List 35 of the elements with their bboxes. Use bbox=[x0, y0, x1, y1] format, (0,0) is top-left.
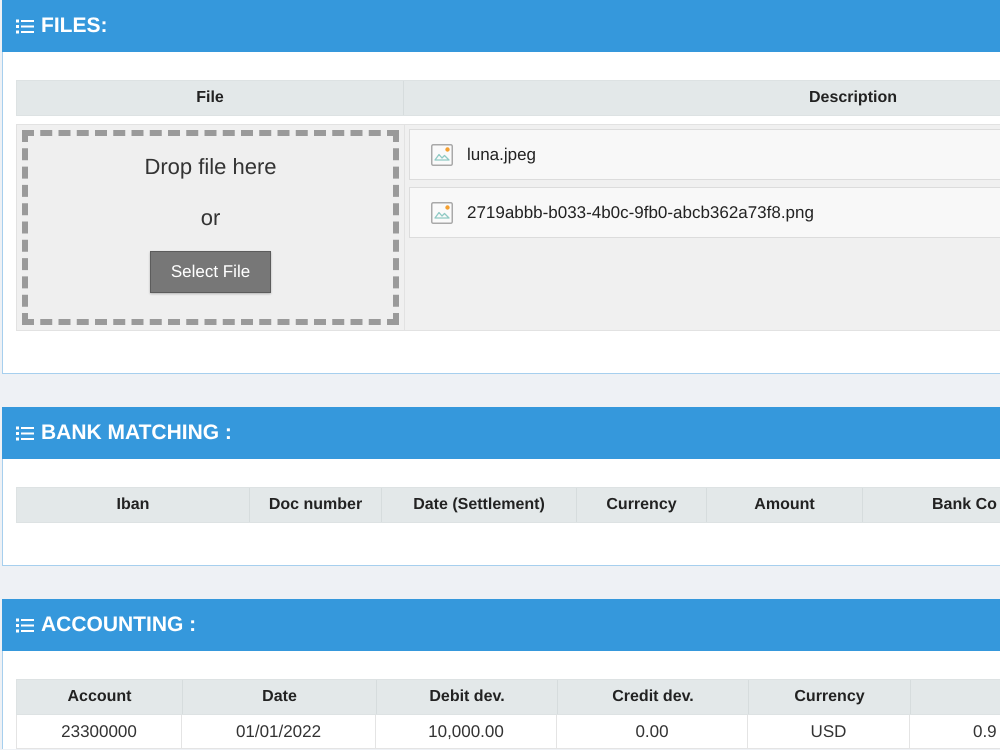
image-icon bbox=[431, 144, 453, 166]
list-icon bbox=[16, 426, 34, 440]
column-header: File bbox=[196, 89, 224, 107]
list-icon bbox=[16, 618, 34, 632]
drop-hint: Drop file here bbox=[144, 153, 277, 181]
table-cell: 0.00 bbox=[557, 715, 748, 749]
file-drop-zone[interactable]: Drop file here or Select File bbox=[22, 130, 399, 325]
column-header: Credit dev. bbox=[612, 688, 694, 706]
column-header: Doc number bbox=[268, 496, 362, 514]
column-header: Debit dev. bbox=[429, 688, 505, 706]
column-header: Currency bbox=[794, 688, 865, 706]
image-icon bbox=[431, 202, 453, 224]
column-header: Amount bbox=[754, 496, 815, 514]
column-header: Description bbox=[809, 89, 898, 107]
table-cell: 0.9 bbox=[910, 715, 1000, 749]
section-title: BANK MATCHING : bbox=[41, 421, 232, 445]
file-name: 2719abbb-b033-4b0c-9fb0-abcb362a73f8.png bbox=[467, 202, 814, 222]
section-title: FILES: bbox=[41, 14, 108, 38]
section-title: ACCOUNTING : bbox=[41, 613, 196, 637]
column-header: Date bbox=[262, 688, 297, 706]
column-header: Currency bbox=[606, 496, 677, 514]
file-item[interactable]: 2719abbb-b033-4b0c-9fb0-abcb362a73f8.png bbox=[409, 187, 1000, 238]
table-cell: USD bbox=[748, 715, 910, 749]
table-cell: 23300000 bbox=[16, 715, 182, 749]
file-item[interactable]: luna.jpeg bbox=[409, 129, 1000, 180]
column-header: Date (Settlement) bbox=[413, 496, 545, 514]
column-header: Iban bbox=[116, 496, 150, 514]
file-name: luna.jpeg bbox=[467, 144, 536, 164]
column-header: Bank Co bbox=[932, 496, 997, 514]
column-header: Account bbox=[68, 688, 132, 706]
table-cell: 10,000.00 bbox=[376, 715, 557, 749]
table-cell: 01/01/2022 bbox=[182, 715, 376, 749]
list-icon bbox=[16, 18, 34, 34]
select-file-button[interactable]: Select File bbox=[150, 251, 272, 293]
separator-text: or bbox=[200, 204, 220, 232]
